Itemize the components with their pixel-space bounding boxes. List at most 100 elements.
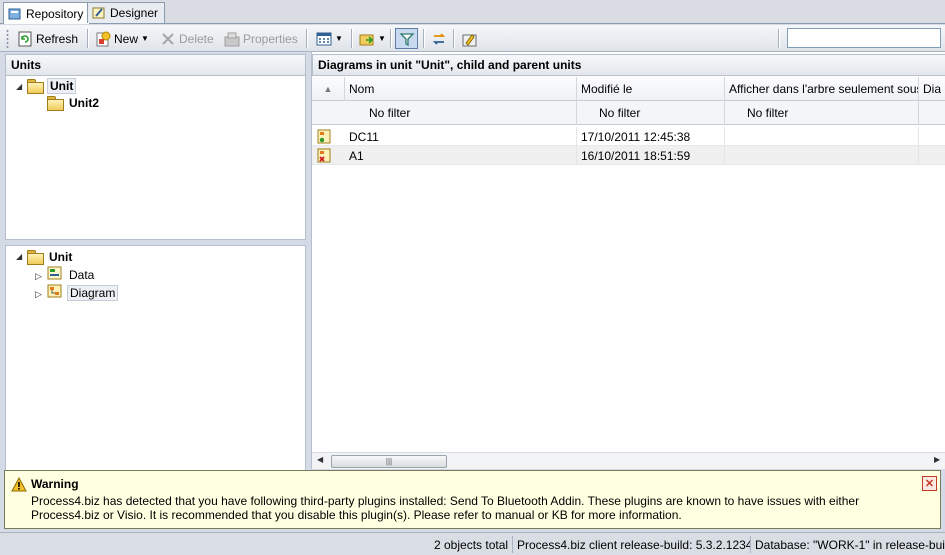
tree-node-diagram-label: Diagram (67, 284, 119, 301)
diagram-error-icon (317, 148, 332, 163)
tree-node-root-unit[interactable]: Unit (27, 248, 74, 265)
status-bar: 2 objects total Process4.biz client rele… (0, 532, 945, 555)
toolbar-separator (87, 29, 88, 48)
collapse-icon[interactable]: ◢ (16, 82, 22, 91)
folder-icon (27, 250, 44, 265)
cell-show-in-tree (725, 127, 919, 146)
tree-node-unit-label: Unit (47, 77, 77, 94)
delete-icon (160, 31, 176, 47)
warning-title: Warning (31, 477, 79, 491)
tree-node-unit2[interactable]: Unit2 (47, 94, 101, 111)
table-row[interactable]: A1 16/10/2011 18:51:59 (312, 146, 945, 165)
table-row[interactable]: DC11 17/10/2011 12:45:38 (312, 127, 945, 146)
tree-node-unit2-label: Unit2 (69, 95, 99, 110)
filter-afficher[interactable]: No filter (725, 101, 919, 125)
column-header-modifie[interactable]: Modifié le (577, 77, 725, 101)
cell-name: A1 (345, 146, 577, 165)
tree-node-unit[interactable]: Unit (27, 77, 77, 94)
tree-node-data-label: Data (69, 267, 95, 282)
delete-label: Delete (179, 31, 214, 46)
new-label: New (114, 31, 139, 46)
folder-icon (47, 96, 64, 111)
diagram-icon (47, 284, 63, 301)
refresh-icon (17, 31, 33, 47)
toolbar-separator (453, 29, 454, 48)
diagrams-panel-title: Diagrams in unit "Unit", child and paren… (312, 54, 945, 76)
filter-icon (399, 31, 415, 47)
new-icon (95, 31, 111, 47)
tree-node-diagram[interactable]: Diagram (47, 284, 119, 301)
grid-view-icon (316, 31, 332, 47)
left-panel: Units ◢ Unit Unit2 ◢ Unit ▷ Data ▷ Diagr… (0, 52, 308, 523)
sort-up-icon: ▲ (323, 84, 333, 94)
tree-node-root-label: Unit (49, 249, 73, 264)
designer-icon (92, 6, 106, 20)
horizontal-scrollbar[interactable]: ◀ ||| ▶ (312, 452, 945, 469)
swap-arrows-icon (431, 31, 447, 47)
status-database: Database: "WORK-1" in release-build (750, 536, 945, 553)
status-build: Process4.biz client release-build: 5.3.2… (512, 536, 750, 553)
warning-message: Process4.biz has detected that you have … (31, 494, 860, 522)
toolbar: Refresh New ▼ Delete Properties ▼ ▼ (0, 25, 945, 52)
toolbar-grip[interactable] (6, 29, 9, 48)
scroll-thumb[interactable]: ||| (331, 455, 447, 468)
new-button[interactable]: New ▼ (92, 28, 152, 49)
toolbar-separator (778, 29, 779, 48)
chevron-down-icon: ▼ (141, 34, 149, 43)
filter-button[interactable] (395, 28, 418, 49)
sync-button[interactable] (428, 28, 450, 49)
chevron-down-icon: ▼ (378, 34, 386, 43)
cell-modified: 17/10/2011 12:45:38 (577, 127, 725, 146)
data-icon (47, 266, 63, 283)
filter-modifie[interactable]: No filter (577, 101, 725, 125)
filter-row: No filter No filter No filter (312, 101, 945, 125)
warning-bar: Warning Process4.biz has detected that y… (4, 470, 941, 529)
column-header-afficher[interactable]: Afficher dans l'arbre seulement sous (725, 77, 919, 101)
refresh-button[interactable]: Refresh (14, 28, 81, 49)
column-header-dia[interactable]: Dia (919, 77, 945, 101)
search-input[interactable] (787, 28, 941, 48)
tree-node-data[interactable]: Data (47, 266, 96, 283)
sort-indicator[interactable]: ▲ (312, 77, 345, 101)
toolbar-separator (306, 29, 307, 48)
folder-arrow-icon (359, 31, 375, 47)
units-tree: ◢ Unit Unit2 (5, 76, 306, 240)
tab-strip: Repository Designer (0, 0, 945, 24)
view-button[interactable]: ▼ (313, 28, 346, 49)
scroll-right-icon[interactable]: ▶ (934, 455, 940, 464)
properties-button[interactable]: Properties (221, 28, 301, 49)
settings-button[interactable] (459, 28, 481, 49)
cell-modified: 16/10/2011 18:51:59 (577, 146, 725, 165)
tab-repository-label: Repository (26, 6, 84, 21)
properties-label: Properties (243, 31, 298, 46)
toolbar-separator (390, 29, 391, 48)
warning-icon (11, 476, 27, 492)
cell-show-in-tree (725, 146, 919, 165)
diagrams-panel: Diagrams in unit "Unit", child and paren… (311, 52, 945, 469)
cell-name: DC11 (345, 127, 577, 146)
units-panel-title: Units (5, 54, 306, 76)
settings-icon (462, 31, 478, 47)
tab-designer[interactable]: Designer (87, 2, 166, 23)
close-icon[interactable]: ✕ (922, 476, 937, 491)
folder-menu-button[interactable]: ▼ (356, 28, 389, 49)
expand-icon[interactable]: ▷ (35, 289, 42, 300)
tab-designer-label: Designer (110, 6, 159, 20)
chevron-down-icon: ▼ (335, 34, 343, 43)
tab-repository[interactable]: Repository (3, 2, 91, 24)
status-object-count: 2 objects total (434, 537, 509, 552)
scroll-left-icon[interactable]: ◀ (317, 455, 323, 464)
filter-nom[interactable]: No filter (312, 101, 577, 125)
delete-button[interactable]: Delete (157, 28, 217, 49)
expand-icon[interactable]: ▷ (35, 271, 42, 282)
properties-icon (224, 31, 240, 47)
refresh-label: Refresh (36, 31, 79, 46)
column-header-nom[interactable]: Nom (345, 77, 577, 101)
repository-icon (8, 7, 22, 21)
toolbar-separator (423, 29, 424, 48)
collapse-icon[interactable]: ◢ (16, 252, 22, 261)
diagram-ok-icon (317, 129, 332, 144)
folder-icon (27, 79, 44, 94)
toolbar-separator (351, 29, 352, 48)
grid-header: ▲ Nom Modifié le Afficher dans l'arbre s… (312, 77, 945, 101)
